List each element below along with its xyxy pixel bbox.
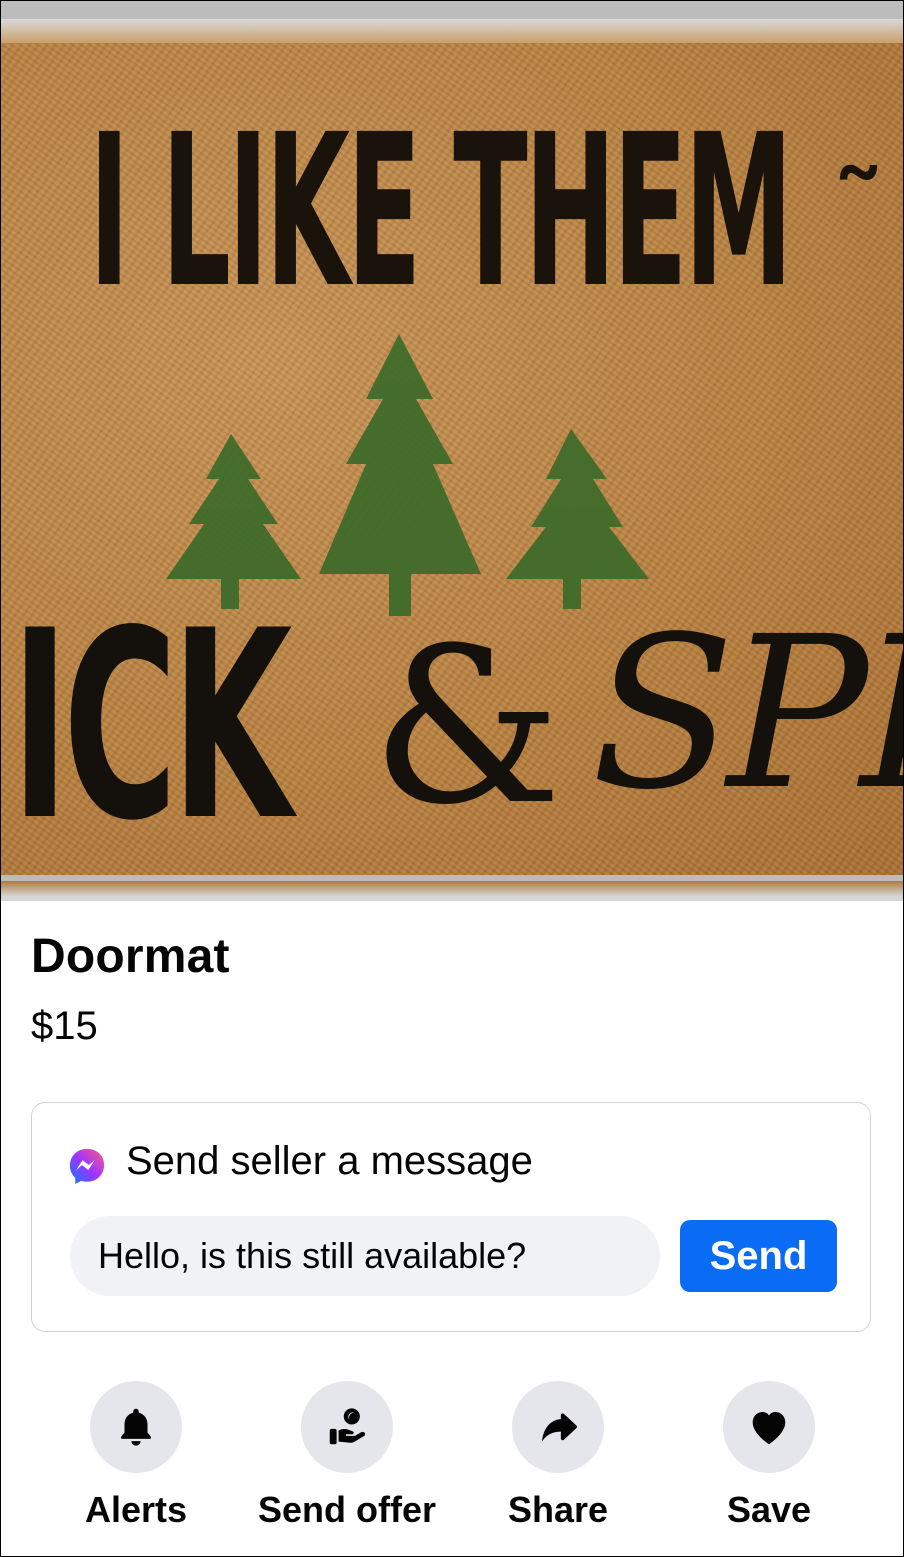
message-heading: Send seller a message — [126, 1138, 533, 1183]
listing-photo[interactable]: I LIKE THEM ˜ ICK & SPRU — [1, 1, 903, 901]
alerts-label: Alerts — [84, 1489, 188, 1530]
tree-graphics — [166, 334, 649, 616]
send-offer-button[interactable] — [301, 1381, 393, 1473]
share-button[interactable] — [512, 1381, 604, 1473]
heart-icon — [752, 1412, 786, 1445]
alerts-button[interactable] — [90, 1381, 182, 1473]
mat-text-ampersand: & — [371, 601, 563, 852]
share-action[interactable]: Share — [458, 1381, 658, 1541]
listing-title: Doormat — [31, 930, 230, 983]
send-message-card: Send seller a message Hello, is this sti… — [31, 1102, 871, 1332]
send-button[interactable]: Send — [680, 1220, 837, 1292]
mat-text-line2-left: ICK — [11, 576, 292, 878]
bell-icon — [120, 1408, 152, 1446]
listing-price: $15 — [31, 1004, 98, 1048]
doormat-image: I LIKE THEM ˜ ICK & SPRU — [1, 19, 903, 901]
messenger-icon — [69, 1148, 105, 1185]
message-header: Send seller a message — [68, 1137, 533, 1185]
share-arrow-icon — [541, 1412, 577, 1442]
marketplace-listing-screen: I LIKE THEM ˜ ICK & SPRU Doormat $15 — [0, 0, 904, 1557]
save-button[interactable] — [723, 1381, 815, 1473]
save-action[interactable]: Save — [669, 1381, 869, 1541]
save-label: Save — [726, 1489, 812, 1530]
share-label: Share — [507, 1489, 609, 1530]
send-offer-action[interactable]: Send offer — [247, 1381, 447, 1541]
message-input[interactable]: Hello, is this still available? — [70, 1216, 660, 1296]
send-offer-label: Send offer — [257, 1489, 436, 1530]
mat-text-line2-script: SPRU — [591, 591, 903, 836]
offer-hand-icon — [329, 1408, 366, 1445]
alerts-action[interactable]: Alerts — [36, 1381, 236, 1541]
